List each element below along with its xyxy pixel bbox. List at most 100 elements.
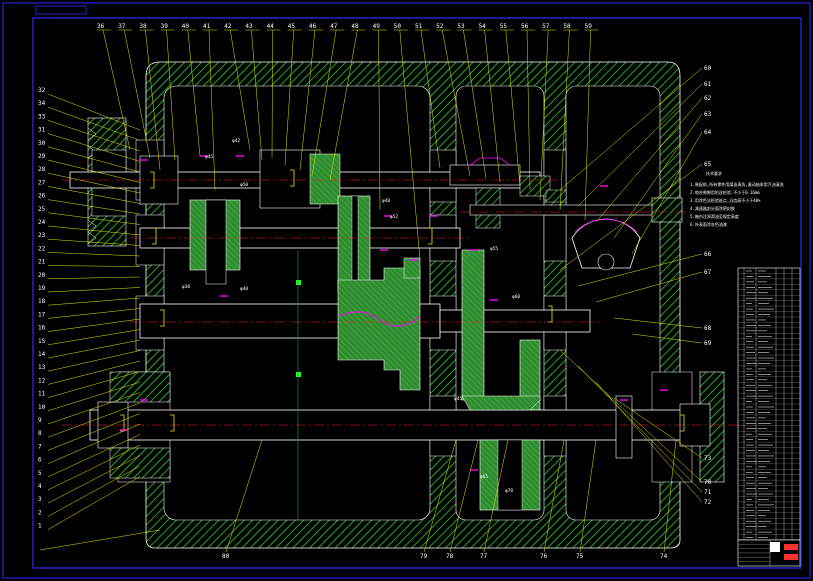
assembly-drawing: 36 37 38 39 40 41 42 43 44 45 46 47 48 49 50 51 52 53 54 55… (2, 2, 811, 579)
callout-number: 60 (704, 65, 712, 72)
callout-number: 39 (161, 23, 169, 30)
callout-number: 55 (500, 23, 508, 30)
tech-req-title: 技术要求 (706, 170, 722, 176)
callout-number: 48 (351, 23, 359, 30)
callout-number: 67 (704, 269, 712, 276)
title-block (737, 539, 801, 567)
callout-number: 33 (38, 113, 46, 120)
callout-number: 50 (394, 23, 402, 30)
leader-line (47, 265, 141, 267)
callout-number: 70 (704, 479, 712, 486)
callout-number: 66 (704, 251, 712, 258)
callout-number: 28 (38, 166, 46, 173)
callout-number: 4 (38, 483, 42, 490)
leader-line (39, 529, 161, 551)
callout-number: 13 (38, 364, 46, 371)
callout-number: 29 (38, 153, 46, 160)
callout-number: 27 (38, 179, 46, 186)
title-stamp (784, 554, 798, 560)
callout-number: 37 (118, 23, 126, 30)
callout-number: 6 (38, 457, 42, 464)
size-tag: φ45 (454, 396, 462, 402)
callout-number: 41 (203, 23, 211, 30)
callout-number: 26 (38, 193, 46, 200)
leader-line (47, 308, 141, 319)
tech-req-line: 3.用涂色法检验斑点,沿齿高不小于40% (690, 197, 761, 203)
callout-number: 43 (245, 23, 253, 30)
callout-number: 20 (38, 272, 46, 279)
callout-number: 51 (415, 23, 423, 30)
size-tag: φ70 (505, 488, 513, 494)
callout-number: 53 (457, 23, 465, 30)
callout-number: 23 (38, 232, 46, 239)
leader-line (47, 252, 141, 257)
callout-number: 2 (38, 509, 42, 516)
callout-number: 16 (38, 325, 46, 332)
callout-number: 22 (38, 245, 46, 252)
callout-number: 77 (480, 553, 488, 560)
callout-number: 36 (97, 23, 105, 30)
title-logo-box (770, 542, 780, 552)
size-tag: φ55 (490, 246, 498, 252)
callout-number: 76 (540, 553, 548, 560)
callout-number: 31 (38, 127, 46, 134)
callout-number: 42 (224, 23, 232, 30)
callout-number: 30 (38, 140, 46, 147)
size-tag: φ50 (240, 182, 248, 188)
callout-number: 24 (38, 219, 46, 226)
technical-requirements: 技术要求 1.装配前,所有零件用煤油清洗,滚动轴承用汽油清洗 2.啮合侧隙用铅丝… (690, 170, 784, 227)
callout-number: 52 (436, 23, 444, 30)
callout-number: 54 (479, 23, 487, 30)
leader-line (47, 297, 141, 306)
size-tag: φ40 (240, 286, 248, 292)
leader-line (47, 465, 141, 517)
tech-req-line: 5.箱内注润滑油至规定高度 (690, 213, 739, 219)
size-tag: φ48 (382, 198, 390, 204)
callout-number: 21 (38, 259, 46, 266)
callout-number: 45 (288, 23, 296, 30)
size-tag: φ42 (232, 138, 240, 144)
callout-number: 17 (38, 311, 46, 318)
callout-number: 18 (38, 298, 46, 305)
callout-number: 72 (704, 499, 712, 506)
size-tag: φ60 (512, 294, 520, 300)
callout-number: 64 (704, 129, 712, 136)
callout-number: 74 (660, 553, 668, 560)
tech-req-line: 1.装配前,所有零件用煤油清洗,滚动轴承用汽油清洗 (690, 181, 784, 187)
callout-number: 11 (38, 391, 46, 398)
callout-number: 57 (542, 23, 550, 30)
leader-line (47, 318, 141, 332)
callout-number: 8 (38, 430, 42, 437)
size-tag: φ45 (205, 154, 213, 160)
callout-number: 49 (373, 23, 381, 30)
callout-number: 3 (38, 496, 42, 503)
section-marker (296, 372, 301, 377)
tech-req-line: 6.外表面涂灰色油漆 (690, 221, 727, 227)
tech-req-line: 4.减速器剖分面涂密封胶 (690, 205, 735, 211)
callout-number: 46 (309, 23, 317, 30)
callout-number: 40 (182, 23, 190, 30)
callout-number: 38 (139, 23, 147, 30)
callout-number: 59 (585, 23, 593, 30)
parts-list-table (737, 267, 801, 541)
callout-number: 65 (704, 161, 712, 168)
callout-number: 14 (38, 351, 46, 358)
callout-number: 25 (38, 206, 46, 213)
leader-line (47, 287, 141, 293)
size-tag: φ38 (182, 284, 190, 290)
callout-number: 34 (38, 100, 46, 107)
callout-number: 79 (420, 553, 428, 560)
callout-number: 19 (38, 285, 46, 292)
callout-number: 78 (446, 553, 454, 560)
callout-number: 56 (521, 23, 529, 30)
leader-line (47, 276, 141, 280)
callout-number: 80 (222, 553, 230, 560)
callout-number: 68 (704, 325, 712, 332)
callout-number: 10 (38, 404, 46, 411)
callout-number: 5 (38, 470, 42, 477)
section-marker (296, 280, 301, 285)
leader-line (47, 350, 141, 372)
leader-line (47, 476, 141, 530)
callout-number: 9 (38, 417, 42, 424)
callout-number: 63 (704, 111, 712, 118)
